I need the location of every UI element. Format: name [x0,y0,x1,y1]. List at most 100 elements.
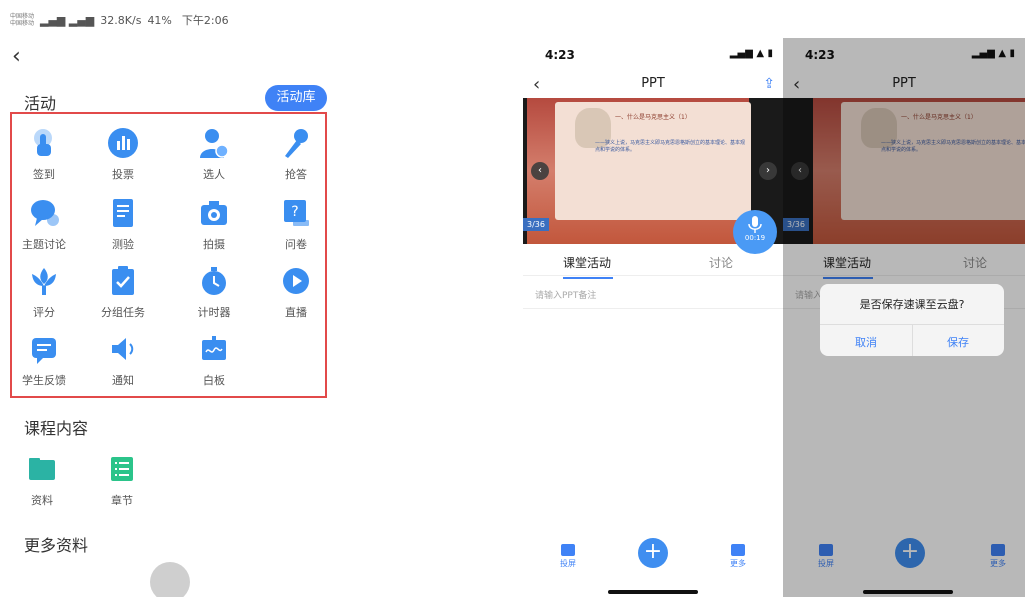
activity-label: 学生反馈 [22,374,66,387]
activity-item-signin[interactable]: 签到 [12,126,76,182]
more-section-title: 更多资料 [24,536,89,555]
add-button[interactable]: + [638,538,668,568]
activity-label: 通知 [112,374,134,387]
timer-icon [202,267,226,295]
activity-item-vote[interactable]: 投票 [91,126,155,182]
status-time: 下午2:06 [181,14,229,27]
quiz-icon [113,199,133,227]
status-time: 4:23 [545,48,575,62]
nav-bar: ‹ PPT ⇪ [523,74,783,98]
next-slide-button[interactable]: › [759,162,777,180]
ppt-note-input[interactable]: 请输入PPT备注 [535,288,596,301]
activity-label: 签到 [33,168,55,181]
more-button[interactable]: 更多 [723,544,753,569]
cast-button[interactable]: 投屏 [553,544,583,569]
whiteboard-icon [202,336,226,360]
activity-item-whiteboard[interactable]: 白板 [182,332,246,388]
network-speed: 32.8K/s [100,13,142,27]
grid-icon [731,544,745,556]
cast-label: 投屏 [560,559,576,568]
activity-library-button[interactable]: 活动库 [265,85,327,111]
slide-body: ——狭义上说，马克思主义即马克思恩格斯创立的基本理论、基本观点和学说的体系。 [595,140,746,153]
close-icon[interactable] [150,562,190,597]
activity-item-feedback[interactable]: 学生反馈 [12,332,76,388]
page-title: PPT [641,76,665,91]
activity-label: 拍摄 [203,238,225,251]
chat-bubble-icon [31,200,59,226]
clipboard-check-icon [112,266,134,295]
person-check-icon [200,129,229,158]
slide-content: 一、什么是马克思主义（1） ——狭义上说，马克思主义即马克思恩格斯创立的基本理论… [555,102,751,220]
activity-label: 选人 [203,168,225,181]
signal-icon: ▂▄▆ ▂▄▆ [40,13,95,27]
activity-grid: 签到 投票 选人 抢答 主题讨论 测验 拍摄 ? 问卷 评分 分组任务 计时器 … [10,112,327,398]
carrier-2: 中国移动 [10,20,35,27]
activity-item-survey[interactable]: ? 问卷 [264,196,328,252]
course-label: 资料 [31,494,53,507]
cancel-button[interactable]: 取消 [820,334,912,350]
status-bar: 中国移动 中国移动 ▂▄▆ ▂▄▆ 32.8K/s 41% 下午2:06 [10,12,229,28]
left-phone-screen: 中国移动 中国移动 ▂▄▆ ▂▄▆ 32.8K/s 41% 下午2:06 ‹ 活… [0,0,333,597]
flower-icon [32,268,56,295]
prev-slide-button[interactable]: ‹ [531,162,549,180]
activity-item-answer[interactable]: 抢答 [264,126,328,182]
activity-item-live[interactable]: 直播 [264,264,328,320]
activity-item-rate[interactable]: 评分 [12,264,76,320]
record-time: 00:19 [744,234,766,242]
svg-text:?: ? [291,204,298,220]
activity-item-discussion[interactable]: 主题讨论 [12,196,76,252]
save-dialog: 是否保存速课至云盘? 取消 保存 [820,284,1004,356]
activity-item-pick[interactable]: 选人 [182,126,246,182]
status-bar: 4:23 ▂▄▆ ▲ ▮ [523,38,783,70]
activity-label: 分组任务 [101,306,145,319]
activity-label: 白板 [203,374,225,387]
folder-icon [29,458,55,480]
activity-label: 问卷 [285,238,307,251]
activity-item-group-task[interactable]: 分组任务 [91,264,155,320]
screen-cast-icon [561,544,575,556]
activity-label: 评分 [33,306,55,319]
dialog-question: 是否保存速课至云盘? [859,298,965,311]
activity-label: 主题讨论 [22,238,66,251]
activity-label: 直播 [285,306,307,319]
activity-label: 投票 [112,168,134,181]
bottom-toolbar: 投屏 + 更多 [523,534,783,580]
play-icon [283,268,309,294]
back-button[interactable]: ‹ [12,44,21,69]
activity-item-notice[interactable]: 通知 [91,332,155,388]
battery-percent: 41% [147,13,172,27]
activity-item-timer[interactable]: 计时器 [182,264,246,320]
slide-page: 一、什么是马克思主义（1） ——狭义上说，马克思主义即马克思恩格斯创立的基本理论… [527,98,751,244]
activity-label: 计时器 [197,306,231,319]
activity-label: 抢答 [285,168,307,181]
tab-class-activity[interactable]: 课堂活动 [563,254,614,279]
microphone-icon [285,129,308,158]
divider [523,308,783,309]
status-icons: ▂▄▆ ▲ ▮ [729,48,773,59]
save-button[interactable]: 保存 [912,334,1004,350]
speaker-icon [112,338,134,360]
share-icon[interactable]: ⇪ [763,76,775,92]
right-phone-screen: 4:23 ▂▄▆ ▲ ▮ ‹ PPT 一、什么是马克思主义（1） ——狭义上说，… [783,38,1025,597]
camera-icon [201,201,227,225]
activity-item-quiz[interactable]: 测验 [91,196,155,252]
course-item-materials[interactable]: 资料 [10,452,74,508]
tap-icon [34,129,52,156]
home-indicator [608,590,698,594]
activity-item-shoot[interactable]: 拍摄 [182,196,246,252]
course-label: 章节 [111,494,133,507]
microphone-icon [748,216,762,233]
slide-title: 一、什么是马克思主义（1） [615,114,691,121]
carrier-1: 中国移动 [10,13,35,20]
bar-chart-icon [108,128,138,158]
feedback-icon [32,338,56,364]
more-label: 更多 [730,559,746,568]
tab-discussion[interactable]: 讨论 [709,254,733,271]
course-item-chapters[interactable]: 章节 [90,452,154,508]
course-section-title: 课程内容 [24,419,89,438]
list-icon [111,457,133,481]
activity-label: 测验 [112,238,134,251]
middle-phone-screen: 4:23 ▂▄▆ ▲ ▮ ‹ PPT ⇪ 一、什么是马克思主义（1） ——狭义上… [523,38,783,597]
carrier-names: 中国移动 中国移动 [10,13,34,27]
activity-section-title: 活动 [24,94,57,113]
